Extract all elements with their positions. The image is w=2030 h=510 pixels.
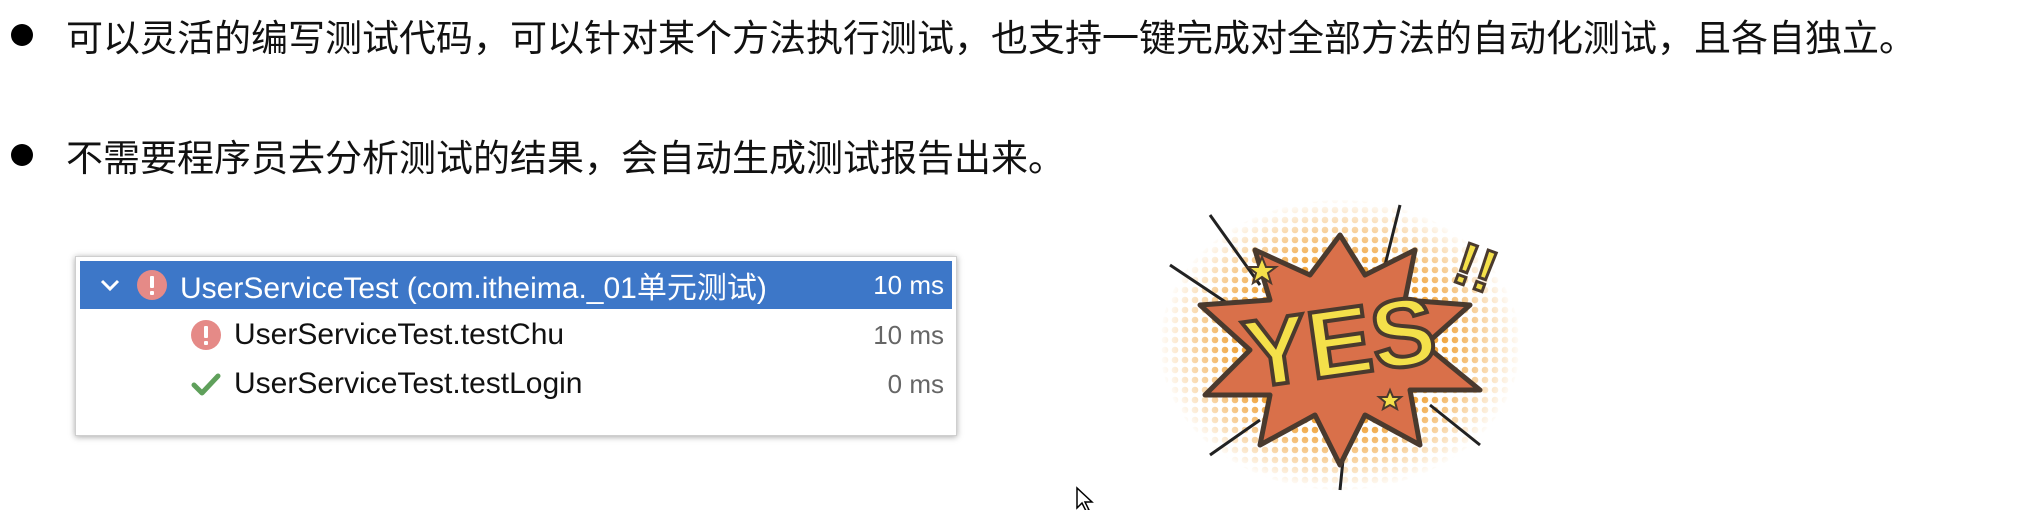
test-case-label: UserServiceTest.testLogin xyxy=(234,367,583,400)
test-suite-row[interactable]: UserServiceTest (com.itheima._01单元测试) 10… xyxy=(80,261,952,309)
mouse-cursor-icon xyxy=(1076,486,1094,510)
test-duration: 10 ms xyxy=(873,269,944,300)
bullet-text: 可以灵活的编写测试代码，可以针对某个方法执行测试，也支持一键完成对全部方法的自动… xyxy=(66,17,1916,60)
test-suite-label: UserServiceTest (com.itheima._01单元测试) xyxy=(180,272,767,305)
test-results-tree: UserServiceTest (com.itheima._01单元测试) 10… xyxy=(75,256,957,436)
bullet-item: 不需要程序员去分析测试的结果，会自动生成测试报告出来。 xyxy=(0,128,1065,182)
test-duration: 0 ms xyxy=(887,368,944,399)
test-duration: 10 ms xyxy=(873,319,944,350)
slide: 可以灵活的编写测试代码，可以针对某个方法执行测试，也支持一键完成对全部方法的自动… xyxy=(0,0,2030,510)
checkmark-icon xyxy=(190,368,222,400)
bullet-dot xyxy=(11,144,33,166)
test-case-row[interactable]: UserServiceTest.testLogin 0 ms xyxy=(80,360,952,408)
error-icon xyxy=(190,319,222,351)
error-icon xyxy=(136,269,168,301)
bullet-dot xyxy=(11,24,33,46)
test-case-row[interactable]: UserServiceTest.testChu 10 ms xyxy=(80,311,952,359)
bullet-text: 不需要程序员去分析测试的结果，会自动生成测试报告出来。 xyxy=(66,137,1065,180)
chevron-down-icon[interactable] xyxy=(90,278,130,292)
test-case-label: UserServiceTest.testChu xyxy=(234,318,565,351)
bullet-item: 可以灵活的编写测试代码，可以针对某个方法执行测试，也支持一键完成对全部方法的自动… xyxy=(0,8,1916,62)
yes-burst-illustration: YES !! xyxy=(1158,198,1522,492)
